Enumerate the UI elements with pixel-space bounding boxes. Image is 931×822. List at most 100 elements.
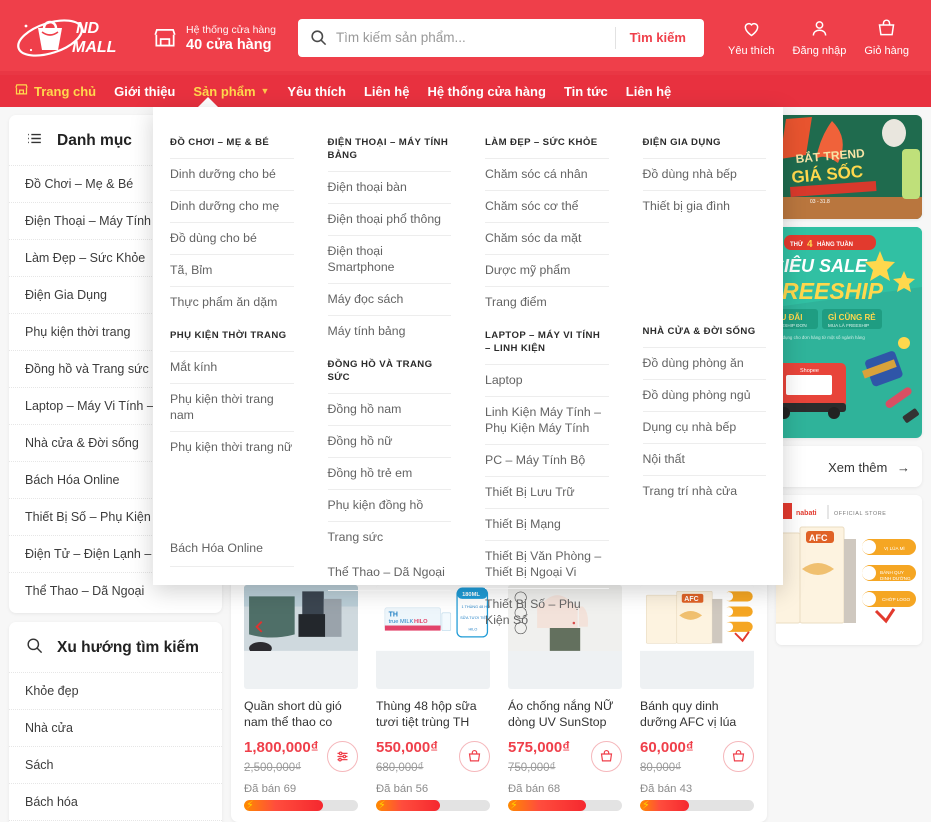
banner-bat-trend-gia-soc[interactable]: BẮT TREND GIÁ SỐC 03 - 31.8	[776, 115, 922, 219]
product-title: Quần short dù gió nam thể thao co giãn c…	[244, 699, 342, 729]
mega-footer-link-bach-hoa-online[interactable]: Bách Hóa Online	[170, 533, 294, 567]
mega-link[interactable]: Điện thoại Smartphone	[327, 235, 451, 283]
mega-link[interactable]: Đồ dùng phòng ngủ	[642, 379, 766, 411]
mega-link[interactable]: Trang trí nhà cửa	[642, 475, 766, 507]
mega-group-title[interactable]: LÀM ĐẸP – SỨC KHỎE	[485, 129, 609, 158]
brand-logo[interactable]: ND MALL	[14, 14, 144, 62]
nd-mall-logo-icon: ND MALL	[17, 18, 116, 57]
mega-link[interactable]: Dụng cụ nhà bếp	[642, 411, 766, 443]
mega-link[interactable]: Thiết Bị Mạng	[485, 508, 609, 540]
mega-link[interactable]: Chăm sóc da mặt	[485, 222, 609, 254]
slider-icon[interactable]	[327, 741, 358, 772]
mega-link[interactable]: Chăm sóc cá nhân	[485, 158, 609, 190]
mega-link[interactable]: Dinh dưỡng cho mẹ	[170, 190, 294, 222]
mega-link[interactable]: Đồ dùng nhà bếp	[642, 158, 766, 190]
mega-footer-link-the-thao-da-ngoai[interactable]: Thể Thao – Dã Ngoại	[327, 557, 451, 591]
mega-link[interactable]: Máy đọc sách	[327, 283, 451, 315]
trending-panel-header: Xu hướng tìm kiếm	[9, 622, 222, 672]
mega-link[interactable]: Dược mỹ phẩm	[485, 254, 609, 286]
mega-link[interactable]: Chăm sóc cơ thể	[485, 190, 609, 222]
search-button[interactable]: Tìm kiếm	[616, 30, 700, 45]
trending-item-sach[interactable]: Sách	[9, 746, 222, 783]
product-card[interactable]: TH true MILK HILO 180ML 1 THÙNG 48 HỘP S…	[367, 579, 499, 821]
nav-item-stores[interactable]: Hệ thống cửa hàng	[427, 84, 545, 99]
nav-label-about: Giới thiệu	[114, 83, 176, 99]
category-panel-title: Danh mục	[57, 132, 132, 149]
login-label: Đăng nhập	[792, 44, 847, 57]
trending-item-nha-cua[interactable]: Nhà cửa	[9, 709, 222, 746]
search-icon	[309, 28, 328, 47]
mega-group-title[interactable]: ĐIỆN THOẠI – MÁY TÍNH BẢNG	[328, 129, 452, 171]
login-action[interactable]: Đăng nhập	[792, 18, 847, 58]
product-image-afc-biscuit: AFC	[640, 585, 754, 689]
mega-group-title[interactable]: LAPTOP – MÁY VI TÍNH – LINH KIỆN	[485, 322, 609, 364]
mega-link[interactable]: Điện thoại phổ thông	[327, 203, 451, 235]
nav-item-contact-2[interactable]: Liên hệ	[626, 84, 672, 99]
mega-link[interactable]: Trang sức	[327, 521, 451, 553]
svg-text:OFFICIAL STORE: OFFICIAL STORE	[834, 511, 886, 517]
cart-action[interactable]: Giỏ hàng	[864, 18, 909, 58]
search-bar[interactable]: Tìm kiếm	[297, 18, 704, 57]
mega-link[interactable]: Đồng hồ nữ	[327, 425, 451, 457]
mega-link[interactable]: Thiết Bị Lưu Trữ	[485, 476, 609, 508]
mega-link[interactable]: Laptop	[485, 364, 609, 396]
store-count: 40 cửa hàng	[186, 37, 272, 53]
mega-link[interactable]: Thiết Bị Số – Phụ Kiện Số	[485, 588, 609, 636]
mega-link[interactable]: Thiết Bị Văn Phòng – Thiết Bị Ngoại Vi	[485, 540, 609, 588]
basket-icon[interactable]	[459, 741, 490, 772]
banner-afc-official-store[interactable]: nabati OFFICIAL STORE AFC VỊ LÚA MÌ BÁNH…	[776, 495, 922, 645]
mega-link[interactable]: Máy tính bảng	[327, 315, 451, 347]
mega-group-title[interactable]: ĐỒNG HỒ VÀ TRANG SỨC	[328, 351, 452, 393]
mega-link[interactable]: Đồ dùng cho bé	[170, 222, 294, 254]
banner-sieu-sale-freeship[interactable]: THỨ 4 HÀNG TUẦN SIÊU SALE FREESHIP ƯU ĐÃ…	[776, 227, 922, 438]
nav-item-about[interactable]: Giới thiệu	[114, 84, 175, 99]
mega-link[interactable]: Đồng hồ nam	[327, 393, 451, 425]
list-icon	[25, 129, 44, 153]
bolt-icon: ⚡	[642, 800, 650, 811]
store-system-info[interactable]: Hệ thống cửa hàng 40 cửa hàng	[152, 21, 276, 54]
mega-column-3: LÀM ĐẸP – SỨC KHỎE Chăm sóc cá nhân Chăm…	[468, 129, 626, 627]
mega-link[interactable]: Linh Kiện Máy Tính – Phụ Kiện Máy Tính	[485, 396, 609, 444]
favorites-action[interactable]: Yêu thích	[728, 18, 775, 58]
product-card[interactable]: Quần short dù gió nam thể thao co giãn c…	[235, 579, 367, 821]
product-card[interactable]: AFC Bánh quy dinh dưỡng AFC vị lúa mì, c…	[631, 579, 763, 821]
nav-item-home[interactable]: Trang chủ	[14, 82, 96, 100]
see-more-panel[interactable]: Xem thêm →	[776, 446, 922, 487]
mega-group-title[interactable]: NHÀ CỬA & ĐỜI SỐNG	[643, 318, 767, 347]
arrow-right-icon: →	[897, 460, 910, 475]
mega-group-title[interactable]: ĐỒ CHƠI – MẸ & BÉ	[170, 129, 294, 158]
mega-link[interactable]: Nội thất	[642, 443, 766, 475]
nav-label-news: Tin tức	[563, 83, 608, 99]
svg-text:180ML: 180ML	[462, 592, 480, 598]
trending-item-bach-hoa[interactable]: Bách hóa	[9, 783, 222, 820]
mega-link[interactable]: Trang điểm	[485, 286, 609, 318]
nav-item-contact[interactable]: Liên hệ	[364, 84, 410, 99]
mega-group-title[interactable]: ĐIỆN GIA DỤNG	[643, 129, 767, 158]
search-input[interactable]	[327, 30, 615, 45]
mega-link[interactable]: Tã, Bỉm	[170, 254, 294, 286]
nav-item-favorites[interactable]: Yêu thích	[287, 84, 346, 99]
trending-item-khoe-dep[interactable]: Khỏe đẹp	[9, 672, 222, 709]
mega-link[interactable]: Thực phẩm ăn dặm	[170, 286, 294, 318]
storefront-icon	[14, 82, 29, 100]
mega-link[interactable]: Dinh dưỡng cho bé	[170, 158, 294, 190]
basket-icon[interactable]	[591, 741, 622, 772]
mega-link[interactable]: Mắt kính	[170, 351, 294, 383]
mega-link[interactable]: Điện thoại bàn	[327, 171, 451, 203]
mega-column-footer: Bách Hóa Online	[170, 533, 294, 585]
mega-link[interactable]: Phụ kiện thời trang nam	[170, 383, 294, 431]
mega-link[interactable]: Phụ kiện đồng hồ	[327, 489, 451, 521]
header-actions: Yêu thích Đăng nhập Giỏ hàng	[728, 18, 917, 58]
mega-link[interactable]: Đồ dùng phòng ăn	[642, 347, 766, 379]
mega-link[interactable]: Thiết bị gia đình	[642, 190, 766, 222]
trending-panel-title: Xu hướng tìm kiếm	[57, 639, 199, 656]
mega-link[interactable]: Phụ kiện thời trang nữ	[170, 431, 294, 463]
nav-item-news[interactable]: Tin tức	[564, 84, 608, 99]
basket-icon[interactable]	[723, 741, 754, 772]
mega-group-title[interactable]: PHỤ KIỆN THỜI TRANG	[170, 322, 294, 351]
product-progress-bar: ⚡	[244, 800, 358, 811]
bolt-icon: ⚡	[378, 800, 386, 811]
product-progress-bar: ⚡	[640, 800, 754, 811]
mega-link[interactable]: Đồng hồ trẻ em	[327, 457, 451, 489]
mega-link[interactable]: PC – Máy Tính Bộ	[485, 444, 609, 476]
